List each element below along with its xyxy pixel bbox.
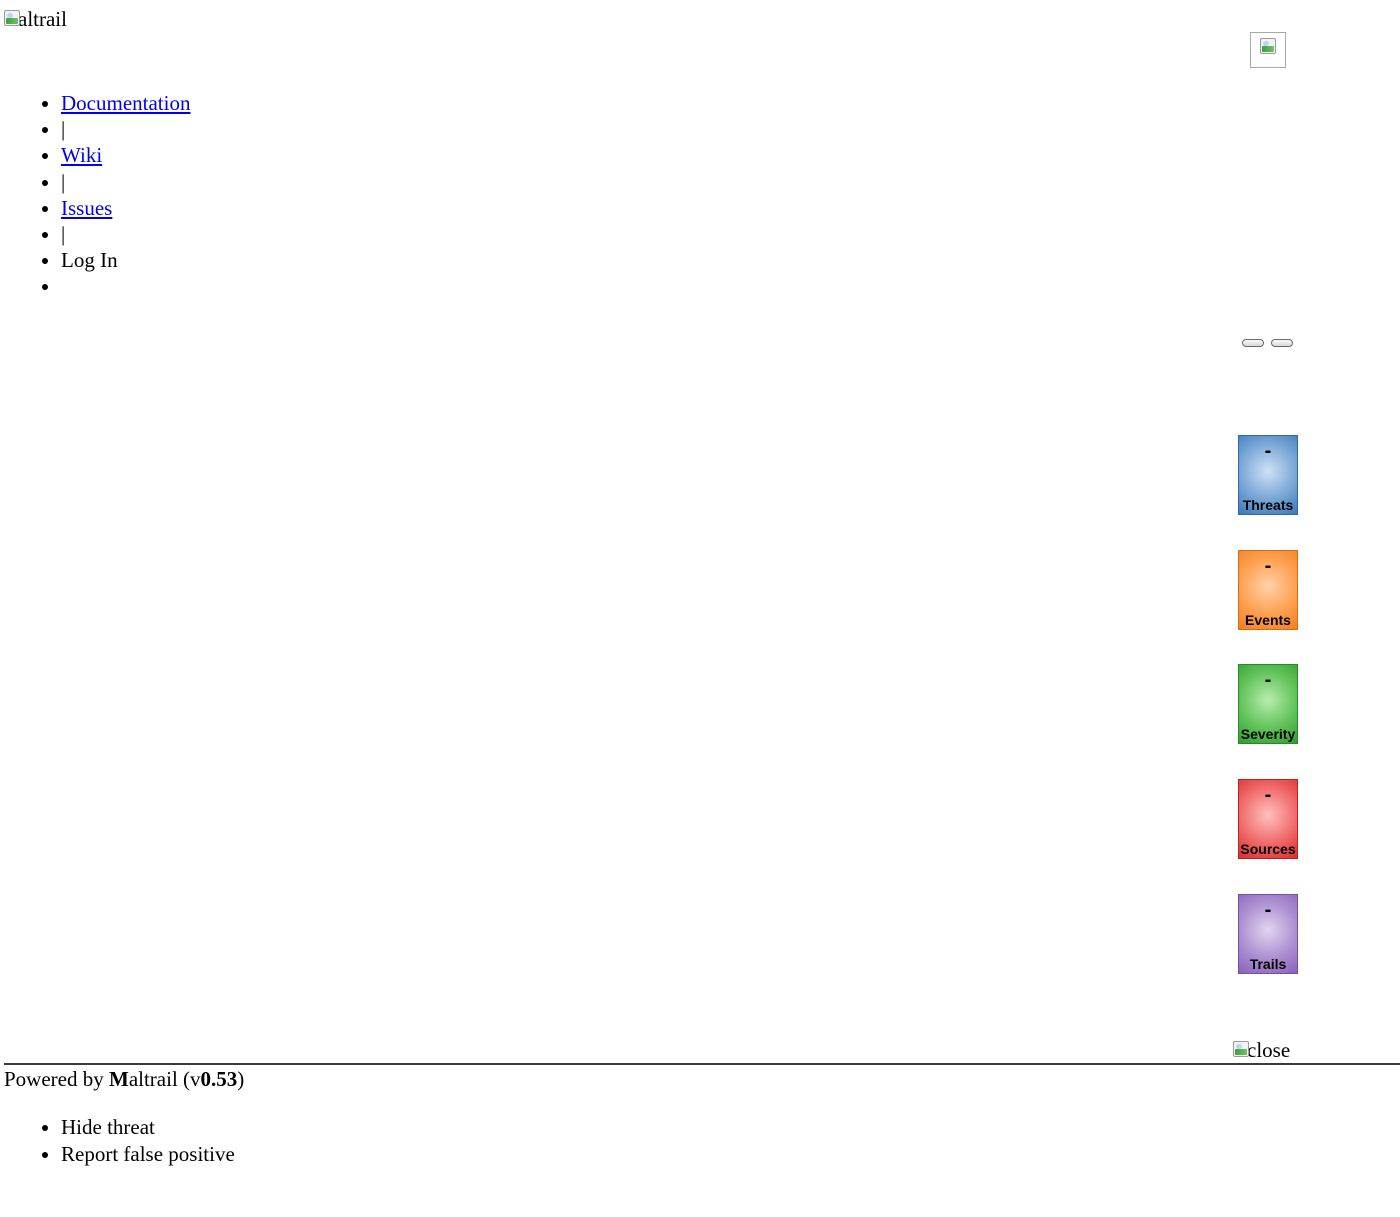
nav-separator: | — [61, 221, 190, 247]
nav-item-documentation: Documentation — [61, 90, 190, 116]
severity-count: - — [1264, 669, 1272, 691]
nav-separator: | — [61, 169, 190, 195]
login-label[interactable]: Log In — [61, 248, 118, 272]
menu-item-hide-threat[interactable]: Hide threat — [61, 1114, 235, 1141]
version-number: 0.53 — [200, 1067, 238, 1091]
issues-link[interactable]: Issues — [61, 196, 112, 220]
trails-count: - — [1264, 899, 1272, 921]
severity-label: Severity — [1240, 726, 1296, 742]
logo-image: altrail — [4, 6, 67, 32]
threats-label: Threats — [1242, 497, 1294, 513]
nav-item-login[interactable]: Log In — [61, 247, 190, 273]
threats-count: - — [1264, 440, 1272, 462]
documentation-link[interactable]: Documentation — [61, 91, 190, 115]
events-tile[interactable]: - Events — [1238, 550, 1298, 630]
nav-item-empty — [61, 273, 190, 299]
nav-separator: | — [61, 116, 190, 142]
nav-separator-text: | — [61, 117, 66, 142]
close-button[interactable]: close — [1233, 1037, 1290, 1063]
nav-item-issues: Issues — [61, 195, 190, 221]
sources-count: - — [1264, 784, 1272, 806]
nav-separator-text: | — [61, 169, 66, 194]
brand-name: altrail — [128, 1067, 178, 1091]
nav-separator-text: | — [61, 221, 66, 246]
close-alt-text: close — [1247, 1038, 1291, 1062]
menu-item-report-false-positive[interactable]: Report false positive — [61, 1141, 235, 1168]
header-image — [1250, 32, 1286, 68]
events-label: Events — [1245, 612, 1291, 628]
trails-label: Trails — [1249, 956, 1287, 972]
version-prefix: (v — [177, 1067, 201, 1091]
footer: Powered by Maltrail (v0.53) — [4, 1066, 244, 1092]
close-icon — [1233, 1041, 1249, 1057]
threats-tile[interactable]: - Threats — [1238, 435, 1298, 515]
footer-divider — [4, 1063, 1400, 1065]
events-count: - — [1264, 555, 1272, 577]
sources-tile[interactable]: - Sources — [1238, 779, 1298, 859]
logo-alt-text: altrail — [18, 7, 67, 31]
context-menu: Hide threat Report false positive — [20, 1114, 235, 1167]
powered-by-text: Powered by — [4, 1067, 109, 1091]
header-nav: Documentation | Wiki | Issues | Log In — [20, 90, 190, 300]
sources-label: Sources — [1240, 841, 1296, 857]
period-next-button[interactable] — [1271, 339, 1293, 347]
version-suffix: ) — [237, 1067, 245, 1091]
broken-image-icon — [4, 10, 20, 26]
broken-image-icon — [1260, 38, 1276, 54]
period-prev-button[interactable] — [1242, 339, 1264, 347]
wiki-link[interactable]: Wiki — [61, 143, 102, 167]
nav-item-wiki: Wiki — [61, 142, 190, 168]
trails-tile[interactable]: - Trails — [1238, 894, 1298, 974]
brand-initial: M — [108, 1067, 129, 1091]
severity-tile[interactable]: - Severity — [1238, 664, 1298, 744]
